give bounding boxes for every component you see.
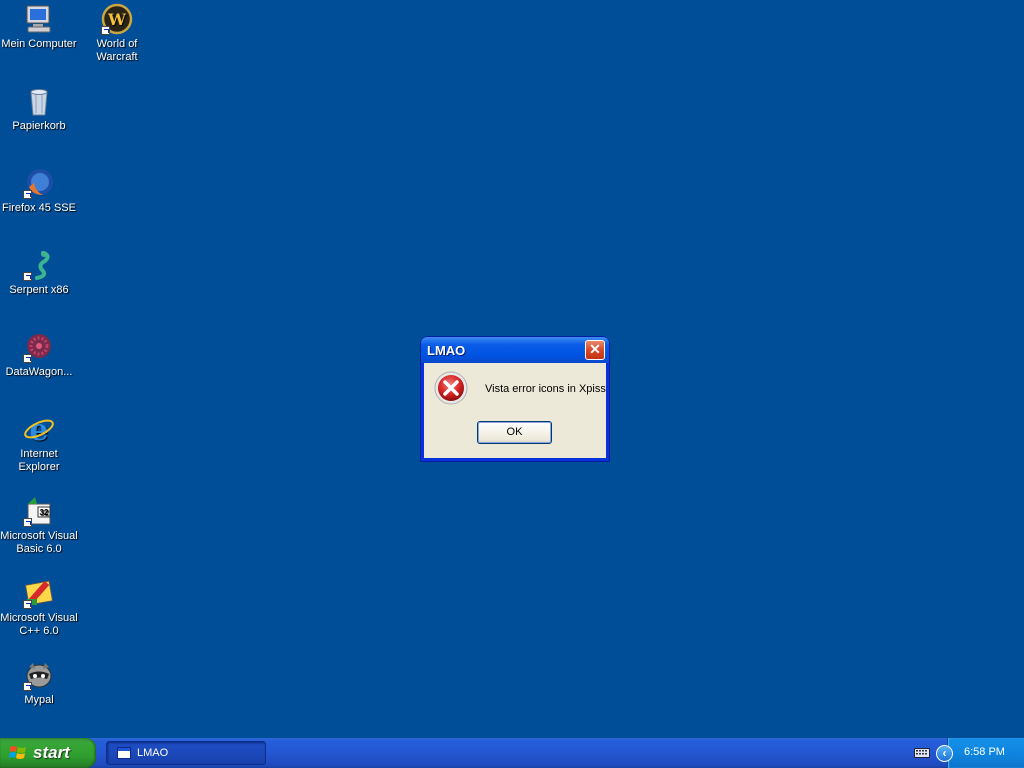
desktop-icon-world-of-warcraft[interactable]: W World of Warcraft xyxy=(78,3,156,64)
serpent-icon xyxy=(23,249,55,281)
desktop-icon-visual-cpp[interactable]: Microsoft Visual C++ 6.0 xyxy=(0,577,78,638)
svg-text:32: 32 xyxy=(40,508,49,517)
desktop: Mein Computer W World of Warcraft Papier… xyxy=(0,0,1024,738)
vcpp-icon xyxy=(23,577,55,609)
shortcut-arrow-icon xyxy=(23,190,32,199)
svg-text:e: e xyxy=(29,413,48,445)
desktop-icon-label: Mein Computer xyxy=(1,38,77,50)
shortcut-arrow-icon xyxy=(101,26,110,35)
clock[interactable]: 6:58 PM xyxy=(964,746,1005,758)
mypal-icon xyxy=(23,659,55,691)
system-tray: ‹ 6:58 PM xyxy=(936,738,1024,768)
desktop-icon-label: World of Warcraft xyxy=(96,38,138,63)
shortcut-arrow-icon xyxy=(23,354,32,363)
shortcut-arrow-icon xyxy=(23,272,32,281)
desktop-icon-label: Serpent x86 xyxy=(9,284,69,296)
shortcut-arrow-icon xyxy=(23,600,32,609)
window-icon xyxy=(117,747,131,759)
shortcut-arrow-icon xyxy=(23,518,32,527)
dialog-message: Vista error icons in Xpiss xyxy=(485,383,606,395)
dialog-body: Vista error icons in Xpiss OK xyxy=(424,363,606,458)
start-label: start xyxy=(33,743,70,762)
desktop-icon-label: Internet Explorer xyxy=(18,448,60,473)
dialog-titlebar[interactable]: LMAO ✕ xyxy=(421,337,609,363)
desktop-icon-label: Microsoft Visual Basic 6.0 xyxy=(0,530,78,555)
desktop-icon-serpent[interactable]: Serpent x86 xyxy=(0,249,78,297)
dialog-title: LMAO xyxy=(427,343,466,358)
firefox-icon xyxy=(23,167,55,199)
vb6-icon: 32 xyxy=(23,495,55,527)
desktop-icon-label: Microsoft Visual C++ 6.0 xyxy=(0,612,78,637)
desktop-icon-datawagon[interactable]: DataWagon... xyxy=(0,331,78,379)
desktop-icon-internet-explorer[interactable]: e Internet Explorer xyxy=(0,413,78,474)
svg-text:W: W xyxy=(107,10,127,29)
desktop-icon-papierkorb[interactable]: Papierkorb xyxy=(0,85,78,133)
error-icon xyxy=(434,371,468,405)
start-button[interactable]: start xyxy=(0,738,96,768)
wow-icon: W xyxy=(101,3,133,35)
ie-icon: e xyxy=(23,413,55,445)
desktop-icon-mypal[interactable]: Mypal xyxy=(0,659,78,707)
taskbar-button-lmao[interactable]: LMAO xyxy=(106,741,266,765)
datawagon-icon xyxy=(23,331,55,363)
close-button[interactable]: ✕ xyxy=(585,340,605,360)
computer-icon xyxy=(23,3,55,35)
taskbar: start LMAO ‹ 6:58 PM xyxy=(0,738,1024,768)
desktop-icon-label: Firefox 45 SSE xyxy=(2,202,76,214)
windows-logo-icon xyxy=(9,746,26,759)
desktop-icon-label: Mypal xyxy=(24,694,54,706)
desktop-icon-firefox[interactable]: Firefox 45 SSE xyxy=(0,167,78,215)
shortcut-arrow-icon xyxy=(23,682,32,691)
show-hidden-icons-chevron-icon[interactable]: ‹ xyxy=(936,745,953,762)
ok-button[interactable]: OK xyxy=(477,421,552,444)
desktop-icon-mein-computer[interactable]: Mein Computer xyxy=(0,3,78,51)
error-dialog: LMAO ✕ Vista error icons in Xpiss OK xyxy=(421,337,609,461)
recycle-bin-icon xyxy=(23,85,55,117)
desktop-icon-visual-basic[interactable]: 32 Microsoft Visual Basic 6.0 xyxy=(0,495,78,556)
desktop-icon-label: Papierkorb xyxy=(12,120,66,132)
keyboard-icon[interactable] xyxy=(914,748,930,758)
taskbar-button-label: LMAO xyxy=(137,747,169,759)
desktop-icon-label: DataWagon... xyxy=(5,366,73,378)
